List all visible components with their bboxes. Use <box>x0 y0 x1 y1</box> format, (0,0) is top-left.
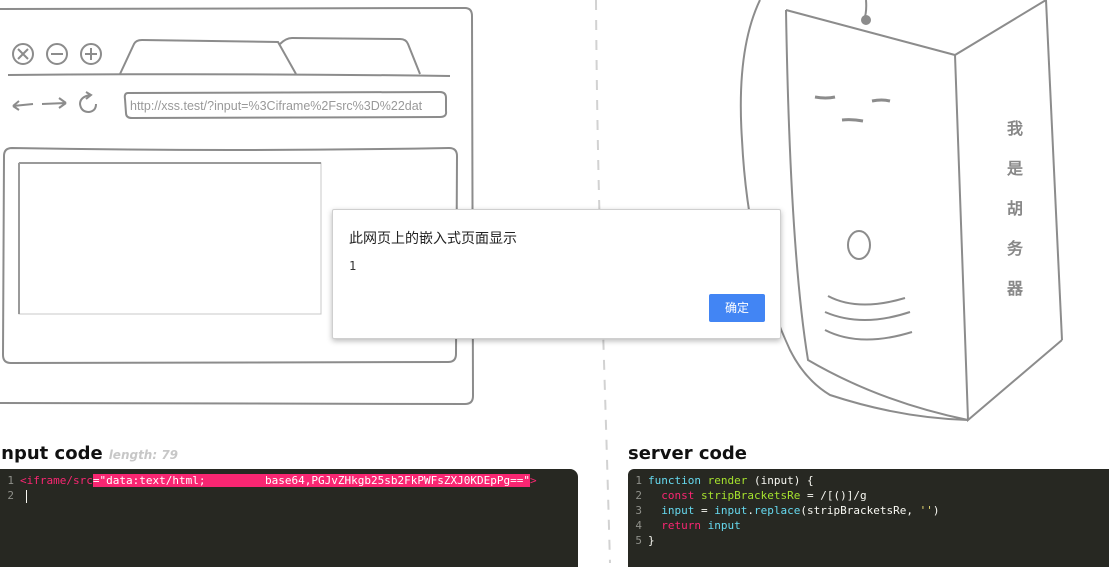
code-line: 5} <box>628 533 1109 548</box>
code-token-name: stripBracketsRe <box>701 489 801 502</box>
line-number: 3 <box>635 504 642 517</box>
code-line: 2 const stripBracketsRe = /[()]/g <box>628 488 1109 503</box>
code-token-variable: input <box>707 519 741 532</box>
sign-char-1: 我 <box>1006 119 1023 138</box>
code-token-variable: input <box>661 504 695 517</box>
line-number: 2 <box>7 489 14 502</box>
code-token-keyword: function <box>648 474 701 487</box>
code-token-method: replace <box>754 504 801 517</box>
maximize-icon[interactable] <box>80 43 102 65</box>
code-token-text: = /[()]/g <box>800 489 867 502</box>
dialog-ok-button[interactable]: 确定 <box>709 294 765 322</box>
minimize-icon[interactable] <box>46 43 68 65</box>
code-line: 1 function render (input) { <box>628 473 1109 488</box>
input-code-title: input code <box>0 443 103 464</box>
code-token-text: . <box>747 504 754 517</box>
code-token-tag: <iframe/src <box>20 474 93 487</box>
code-line: 1 <iframe/src="data:text/html; base64,PGJ… <box>0 473 578 488</box>
code-line: 3 input = input.replace(stripBracketsRe,… <box>628 503 1109 518</box>
line-number: 1 <box>7 474 14 487</box>
server-code-heading: server code <box>628 443 748 464</box>
input-code-editor[interactable]: 1 <iframe/src="data:text/html; base64,PGJ… <box>0 469 578 567</box>
line-number: 5 <box>635 534 642 547</box>
browser-tab-1 <box>119 38 297 75</box>
sign-char-5: 器 <box>1006 279 1023 298</box>
input-code-heading: input code length: 79 <box>0 443 178 464</box>
code-token-text: (input) { <box>747 474 814 487</box>
dialog-message: 1 <box>349 259 357 273</box>
text-cursor <box>26 489 27 503</box>
server-code-editor: 1 function render (input) { 2 const strip… <box>628 469 1109 567</box>
embedded-iframe <box>18 162 322 315</box>
code-token-function: render <box>707 474 748 487</box>
code-token-text: } <box>648 534 655 547</box>
code-token-string: '' <box>919 504 933 517</box>
refresh-icon[interactable] <box>78 91 97 114</box>
code-token-keyword: return <box>661 519 701 532</box>
line-number: 4 <box>635 519 642 532</box>
line-number: 2 <box>635 489 642 502</box>
sign-char-3: 胡 <box>1006 199 1023 218</box>
code-token-tag-close: > <box>529 474 537 487</box>
dialog-title: 此网页上的嵌入式页面显示 <box>349 231 517 247</box>
url-text[interactable]: http://xss.test/?input=%3Ciframe%2Fsrc%3… <box>130 96 448 116</box>
code-selection: ="data:text/html; base64,PGJvZHkgb25sb2F… <box>92 474 530 487</box>
sign-char-2: 是 <box>1006 159 1023 178</box>
code-token-text: (stripBracketsRe, <box>800 504 920 517</box>
alert-dialog: 此网页上的嵌入式页面显示 1 确定 <box>332 209 781 339</box>
code-token-keyword: const <box>661 489 695 502</box>
code-token-text: ) <box>932 504 940 517</box>
close-icon[interactable] <box>12 43 34 65</box>
code-token-variable: input <box>714 504 748 517</box>
code-line: 2 <box>0 488 578 503</box>
code-line: 4 return input <box>628 518 1109 533</box>
code-token-text: = <box>694 504 715 517</box>
sign-char-4: 务 <box>1006 239 1023 258</box>
back-arrow-icon[interactable] <box>12 100 34 111</box>
browser-tab-2 <box>279 36 421 75</box>
line-number: 1 <box>635 474 642 487</box>
input-length-label: length: 79 <box>108 448 179 462</box>
forward-arrow-icon[interactable] <box>41 97 67 109</box>
